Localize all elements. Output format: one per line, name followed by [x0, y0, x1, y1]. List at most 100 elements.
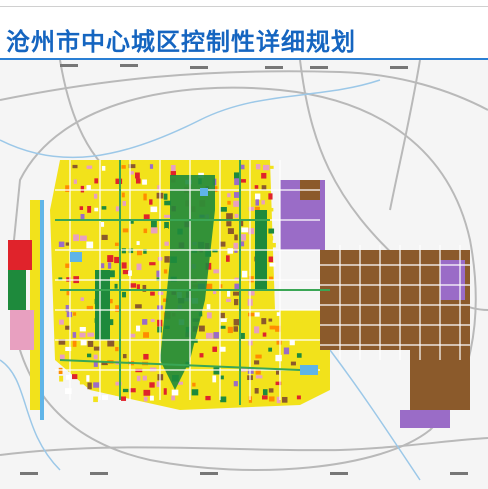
- land-parcel: [142, 319, 148, 325]
- land-parcel: [143, 234, 148, 238]
- land-parcel: [226, 221, 232, 227]
- land-parcel: [254, 312, 260, 317]
- land-parcel: [269, 276, 274, 280]
- land-parcel: [136, 325, 141, 332]
- land-parcel: [220, 346, 226, 352]
- land-parcel: [240, 234, 247, 241]
- land-parcel: [171, 389, 179, 396]
- land-parcel: [122, 388, 129, 393]
- land-parcel: [268, 318, 273, 322]
- land-parcel: [150, 269, 155, 277]
- land-parcel: [80, 185, 85, 193]
- land-parcel: [240, 305, 245, 313]
- land-parcel: [135, 178, 141, 184]
- land-parcel: [136, 186, 142, 190]
- land-parcel: [80, 213, 85, 220]
- land-parcel: [282, 396, 288, 403]
- land-parcel: [65, 353, 73, 357]
- land-use-map: [0, 60, 488, 489]
- land-parcel: [80, 241, 84, 246]
- land-parcel: [226, 255, 230, 262]
- land-parcel: [269, 165, 274, 169]
- land-parcel: [86, 185, 91, 190]
- land-parcel: [227, 200, 231, 205]
- land-parcel: [143, 270, 150, 274]
- land-parcel: [101, 206, 107, 210]
- land-parcel: [206, 304, 211, 310]
- land-parcel: [93, 193, 98, 199]
- land-parcel: [86, 353, 92, 358]
- land-parcel: [72, 214, 78, 220]
- land-parcel: [248, 312, 255, 317]
- land-parcel: [240, 340, 247, 344]
- land-parcel: [261, 185, 267, 190]
- land-parcel: [66, 311, 73, 318]
- map-title: 沧州市中心城区控制性详细规划: [6, 28, 356, 56]
- land-parcel: [93, 382, 100, 388]
- land-parcel: [261, 172, 267, 179]
- land-parcel: [254, 388, 259, 394]
- land-parcel: [136, 249, 143, 256]
- land-parcel: [79, 206, 84, 210]
- land-parcel: [289, 340, 295, 346]
- land-parcel: [262, 164, 270, 171]
- land-parcel: [240, 164, 245, 170]
- land-parcel: [72, 164, 78, 169]
- land-parcel: [268, 396, 275, 402]
- land-parcel: [86, 375, 90, 382]
- land-parcel: [220, 325, 226, 329]
- land-parcel: [59, 375, 64, 382]
- land-parcel: [136, 346, 141, 350]
- land-parcel: [72, 312, 77, 316]
- land-parcel: [205, 395, 211, 401]
- land-parcel: [233, 200, 240, 207]
- land-parcel: [86, 305, 93, 310]
- land-parcel: [226, 319, 231, 326]
- land-parcel: [268, 311, 273, 315]
- land-parcel: [142, 375, 147, 381]
- land-parcel: [198, 368, 204, 375]
- land-parcel: [58, 199, 66, 207]
- land-parcel: [87, 332, 95, 337]
- land-parcel: [65, 388, 72, 395]
- land-parcel: [114, 256, 120, 264]
- land-parcel: [171, 395, 176, 401]
- land-parcel: [163, 388, 167, 395]
- land-parcel: [192, 382, 196, 387]
- land-parcel: [290, 311, 296, 318]
- land-parcel: [79, 269, 83, 275]
- land-parcel: [164, 214, 171, 218]
- land-parcel: [261, 200, 265, 205]
- land-parcel: [226, 388, 231, 392]
- land-parcel: [268, 347, 273, 352]
- land-parcel: [269, 262, 276, 267]
- land-parcel: [115, 388, 123, 396]
- land-parcel: [150, 206, 158, 213]
- land-parcel: [268, 193, 273, 200]
- land-parcel: [241, 227, 249, 233]
- land-parcel: [72, 340, 77, 347]
- land-parcel: [248, 290, 255, 296]
- land-parcel: [254, 326, 260, 334]
- land-parcel: [212, 375, 217, 383]
- land-parcel: [240, 332, 245, 339]
- land-parcel: [114, 242, 119, 246]
- land-parcel: [170, 164, 176, 172]
- land-parcel: [192, 375, 199, 380]
- land-parcel: [135, 354, 139, 361]
- land-parcel: [220, 396, 227, 403]
- land-parcel: [233, 381, 238, 387]
- land-parcel: [226, 241, 231, 247]
- land-parcel: [136, 395, 143, 401]
- land-parcel: [79, 381, 84, 385]
- land-parcel: [87, 340, 94, 347]
- land-parcel: [164, 256, 170, 263]
- land-parcel: [255, 193, 261, 200]
- land-parcel: [205, 298, 211, 305]
- land-parcel: [163, 269, 168, 274]
- land-parcel: [213, 367, 220, 375]
- land-parcel: [156, 333, 162, 338]
- land-parcel: [121, 262, 127, 269]
- land-parcel: [58, 235, 66, 242]
- land-parcel: [136, 241, 140, 246]
